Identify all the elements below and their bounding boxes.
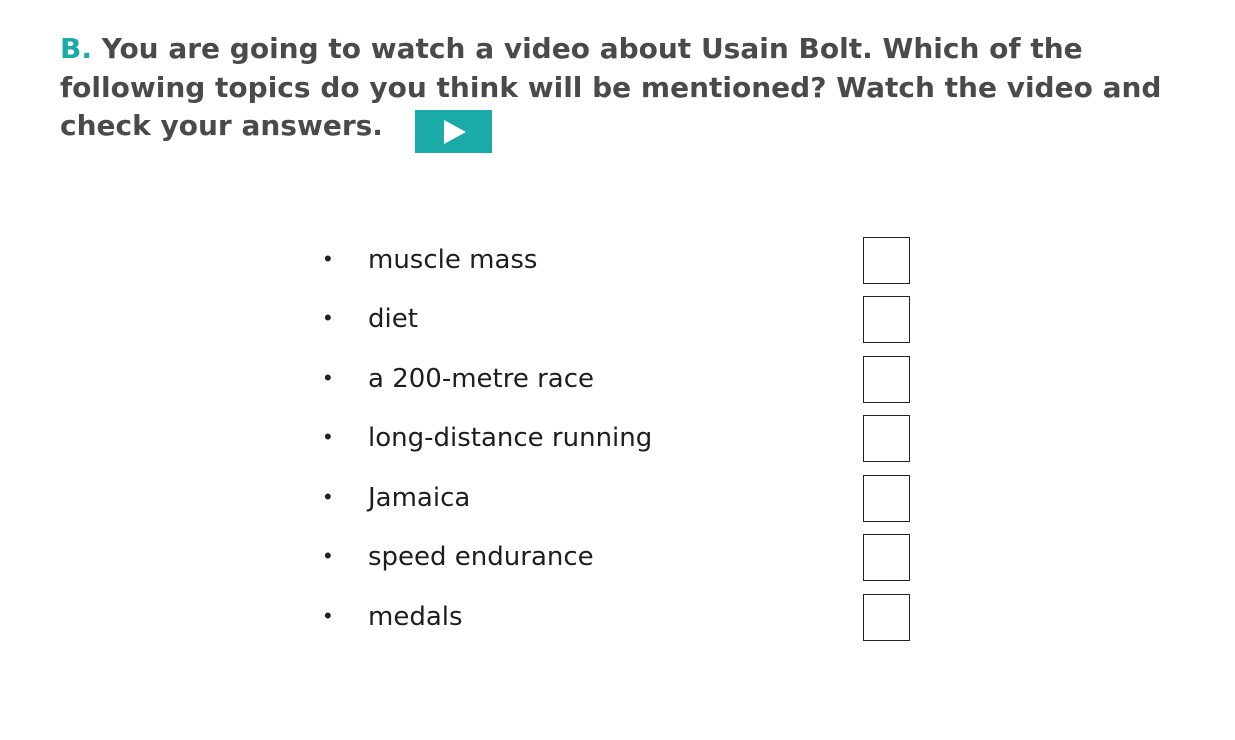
play-icon	[440, 118, 468, 146]
bullet: •	[324, 365, 332, 390]
topic-label: medals	[368, 602, 463, 632]
play-video-button[interactable]	[415, 110, 492, 153]
topic-label: muscle mass	[368, 245, 538, 275]
topic-checkbox[interactable]	[863, 237, 910, 284]
exercise-letter-dot: .	[81, 32, 92, 65]
list-item: • long-distance running	[320, 415, 920, 465]
exercise-instructions: B. You are going to watch a video about …	[60, 30, 1180, 146]
bullet: •	[324, 424, 332, 449]
bullet: •	[324, 543, 332, 568]
topic-label: a 200-metre race	[368, 364, 595, 394]
topic-label: speed endurance	[368, 542, 594, 572]
list-item: • speed endurance	[320, 534, 920, 584]
topic-checkbox[interactable]	[863, 594, 910, 641]
bullet: •	[324, 484, 332, 509]
instruction-text: You are going to watch a video about Usa…	[60, 32, 1162, 142]
topic-checkbox[interactable]	[863, 475, 910, 522]
list-item: • muscle mass	[320, 237, 920, 287]
topic-label: diet	[368, 304, 418, 334]
bullet: •	[324, 305, 332, 330]
topic-checkbox[interactable]	[863, 415, 910, 462]
bullet: •	[324, 246, 332, 271]
list-item: • Jamaica	[320, 475, 920, 525]
topic-checkbox[interactable]	[863, 356, 910, 403]
list-item: • medals	[320, 594, 920, 644]
topic-label: long-distance running	[368, 423, 653, 453]
list-item: • diet	[320, 296, 920, 346]
exercise-letter: B	[60, 32, 82, 65]
list-item: • a 200-metre race	[320, 356, 920, 406]
bullet: •	[324, 603, 332, 628]
topic-checkbox[interactable]	[863, 296, 910, 343]
topic-label: Jamaica	[368, 483, 471, 513]
topic-checkbox[interactable]	[863, 534, 910, 581]
